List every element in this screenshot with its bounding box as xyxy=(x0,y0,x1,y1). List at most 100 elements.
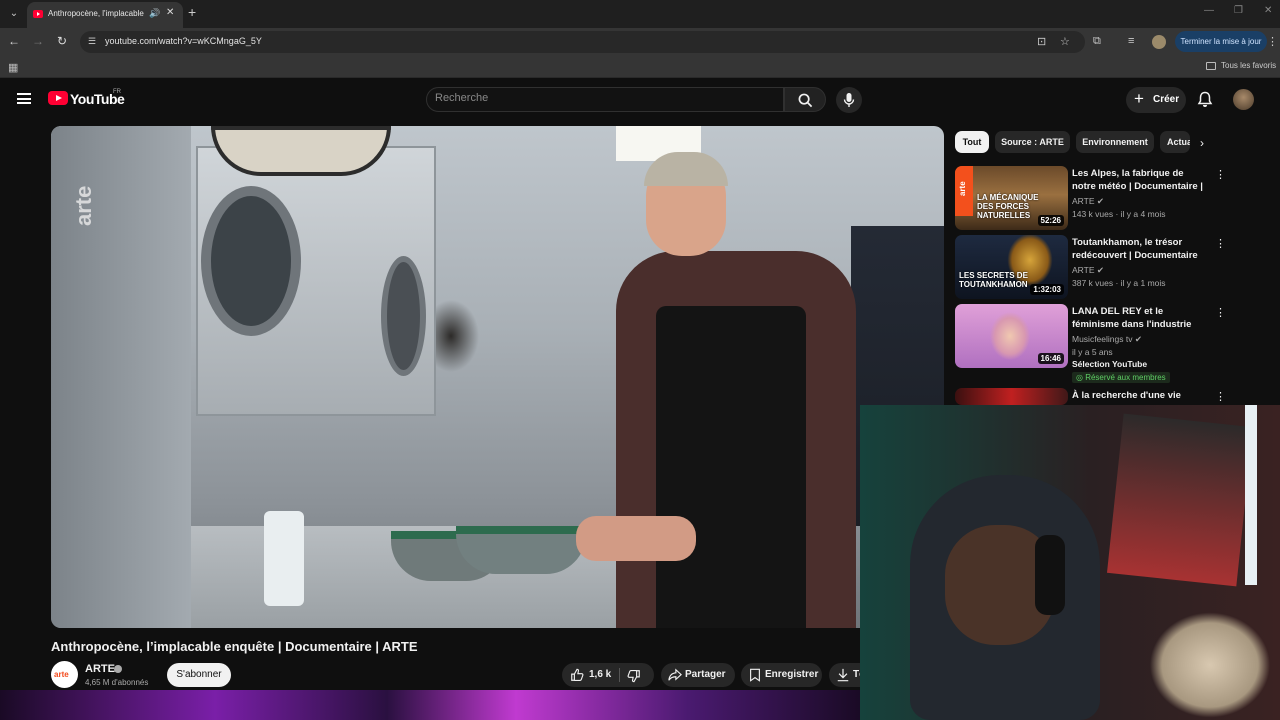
extensions-icon[interactable]: ⧉ xyxy=(1093,35,1101,48)
save-label: Enregistrer xyxy=(765,669,819,680)
recommendation-title[interactable]: Les Alpes, la fabrique de notre météo | … xyxy=(1072,167,1204,194)
recommendation-meta: 143 k vues · il y a 4 mois xyxy=(1072,209,1166,219)
subscriber-count: 4,65 M d'abonnés xyxy=(85,678,149,687)
webcam-overlay xyxy=(860,405,1280,720)
video-scene-ice-core-2 xyxy=(456,526,586,574)
hamburger-menu-icon[interactable] xyxy=(17,93,31,104)
browser-menu-icon[interactable]: ⋮ xyxy=(1267,35,1278,48)
webcam-light xyxy=(1245,405,1257,585)
more-options-icon[interactable]: ⋮ xyxy=(1215,390,1226,403)
download-button[interactable]: Télécharger xyxy=(829,663,861,687)
video-scene-porthole-2 xyxy=(381,256,426,376)
microphone-icon xyxy=(843,93,855,107)
recommendation-meta: 387 k vues · il y a 1 mois xyxy=(1072,278,1166,288)
save-button[interactable]: Enregistrer xyxy=(741,663,822,687)
recommendation-item[interactable]: arte LA MÉCANIQUE DES FORCES NATURELLES … xyxy=(955,166,1275,230)
youtube-favicon-icon xyxy=(33,10,43,18)
video-scene-lamp xyxy=(211,126,391,176)
recommendation-thumbnail[interactable]: arte LA MÉCANIQUE DES FORCES NATURELLES … xyxy=(955,166,1068,230)
more-options-icon[interactable]: ⋮ xyxy=(1215,237,1226,250)
audio-playing-icon[interactable]: 🔊 xyxy=(149,8,160,19)
notifications-bell-icon[interactable] xyxy=(1197,91,1213,108)
video-person-hair xyxy=(644,152,728,186)
all-bookmarks-link[interactable]: Tous les favoris xyxy=(1207,61,1276,70)
apps-grid-icon[interactable]: ▦ xyxy=(8,61,18,74)
youtube-logo-icon[interactable] xyxy=(48,91,68,105)
share-button[interactable]: Partager xyxy=(661,663,735,687)
recommendation-item[interactable]: À la recherche d'une vie ⋮ xyxy=(955,388,1275,405)
video-duration: 1:32:03 xyxy=(1030,284,1064,295)
channel-avatar-text: arte xyxy=(54,670,69,679)
chip-news[interactable]: Actualités xyxy=(1160,131,1190,153)
search-icon xyxy=(798,93,813,108)
recommendation-title[interactable]: Toutankhamon, le trésor redécouvert | Do… xyxy=(1072,236,1204,263)
voice-search-button[interactable] xyxy=(836,87,862,113)
close-window-icon[interactable]: ✕ xyxy=(1264,5,1272,16)
webcam-poster xyxy=(1106,413,1254,587)
share-icon xyxy=(668,668,682,681)
chip-environment[interactable]: Environnement xyxy=(1076,131,1154,153)
subscribe-button[interactable]: S'abonner xyxy=(167,663,231,687)
arte-watermark: arte xyxy=(71,185,96,226)
members-only-badge: ◎ Réservé aux membres xyxy=(1072,372,1170,383)
more-options-icon[interactable]: ⋮ xyxy=(1215,306,1226,319)
profile-avatar[interactable] xyxy=(1152,35,1166,49)
create-button[interactable]: + Créer xyxy=(1126,87,1186,113)
thumbs-down-icon[interactable] xyxy=(627,669,641,683)
chip-all[interactable]: Tout xyxy=(955,131,989,153)
browser-tab-active[interactable]: Anthropocène, l'implacable enquête | Doc… xyxy=(27,2,183,28)
address-bar[interactable]: ☰ youtube.com/watch?v=wKCMngaG_5Y xyxy=(80,31,1085,53)
like-separator xyxy=(619,668,620,682)
recommendation-meta: il y a 5 ans xyxy=(1072,347,1113,357)
channel-name[interactable]: ARTE xyxy=(85,663,115,675)
minimize-icon[interactable]: — xyxy=(1204,5,1214,16)
recommendation-item[interactable]: LES SECRETS DE TOUTANKHAMON 1:32:03 Tout… xyxy=(955,235,1275,299)
account-avatar[interactable] xyxy=(1233,89,1254,110)
back-icon[interactable]: ← xyxy=(6,34,22,48)
site-info-icon[interactable]: ☰ xyxy=(88,36,100,48)
recommendation-thumbnail[interactable]: 16:46 xyxy=(955,304,1068,368)
chip-source-arte[interactable]: Source : ARTE xyxy=(995,131,1070,153)
search-button[interactable] xyxy=(784,87,826,112)
thumb-caption: LA MÉCANIQUE DES FORCES NATURELLES xyxy=(977,193,1039,220)
chevron-right-icon[interactable]: › xyxy=(1200,136,1204,150)
more-options-icon[interactable]: ⋮ xyxy=(1215,168,1226,181)
video-player[interactable]: arte xyxy=(51,126,944,628)
url-text[interactable]: youtube.com/watch?v=wKCMngaG_5Y xyxy=(105,36,262,46)
new-tab-button[interactable]: + xyxy=(188,4,196,20)
share-label: Partager xyxy=(685,669,726,680)
thumbs-up-icon[interactable] xyxy=(570,668,584,682)
download-icon xyxy=(837,668,849,682)
create-label: Créer xyxy=(1153,94,1180,105)
video-scene-person xyxy=(576,152,856,628)
recommendation-item[interactable]: 16:46 LANA DEL REY et le féminisme dans … xyxy=(955,304,1275,384)
install-app-icon[interactable]: ⊡ xyxy=(1037,35,1046,48)
recommendation-thumbnail[interactable]: LES SECRETS DE TOUTANKHAMON 1:32:03 xyxy=(955,235,1068,299)
recommendation-channel[interactable]: ARTE ✔ xyxy=(1072,265,1104,276)
reading-list-icon[interactable]: ≡ xyxy=(1128,35,1134,47)
video-duration: 16:46 xyxy=(1037,353,1064,364)
video-scene-porthole xyxy=(201,186,301,336)
close-tab-icon[interactable]: ✕ xyxy=(166,7,174,18)
recommendation-channel[interactable]: Musicfeelings tv ✔ xyxy=(1072,334,1142,345)
forward-icon[interactable]: → xyxy=(30,34,46,48)
verified-check-icon: ✔ xyxy=(1096,265,1105,275)
search-input[interactable] xyxy=(435,92,765,104)
tab-list-icon[interactable]: ⌄ xyxy=(6,6,22,22)
video-duration: 52:26 xyxy=(1037,215,1064,226)
recommendation-title[interactable]: LANA DEL REY et le féminisme dans l'indu… xyxy=(1072,305,1204,332)
channel-avatar[interactable]: arte xyxy=(51,661,78,688)
video-person-hands xyxy=(576,516,696,561)
bookmark-star-icon[interactable]: ☆ xyxy=(1060,35,1070,48)
like-count[interactable]: 1,6 k xyxy=(589,669,611,680)
update-button[interactable]: Terminer la mise à jour xyxy=(1175,31,1267,52)
recommendation-title[interactable]: À la recherche d'une vie xyxy=(1072,389,1204,402)
reload-icon[interactable]: ↻ xyxy=(54,34,70,48)
verified-check-icon: ✔ xyxy=(1134,334,1142,344)
recommendation-channel[interactable]: ARTE ✔ xyxy=(1072,196,1104,207)
browser-tab-bar: ⌄ Anthropocène, l'implacable enquête | D… xyxy=(0,0,1280,28)
maximize-icon[interactable]: ❐ xyxy=(1234,5,1243,16)
recommendation-thumbnail[interactable] xyxy=(955,388,1068,405)
search-box[interactable] xyxy=(426,87,784,112)
video-person-apron xyxy=(656,306,806,628)
